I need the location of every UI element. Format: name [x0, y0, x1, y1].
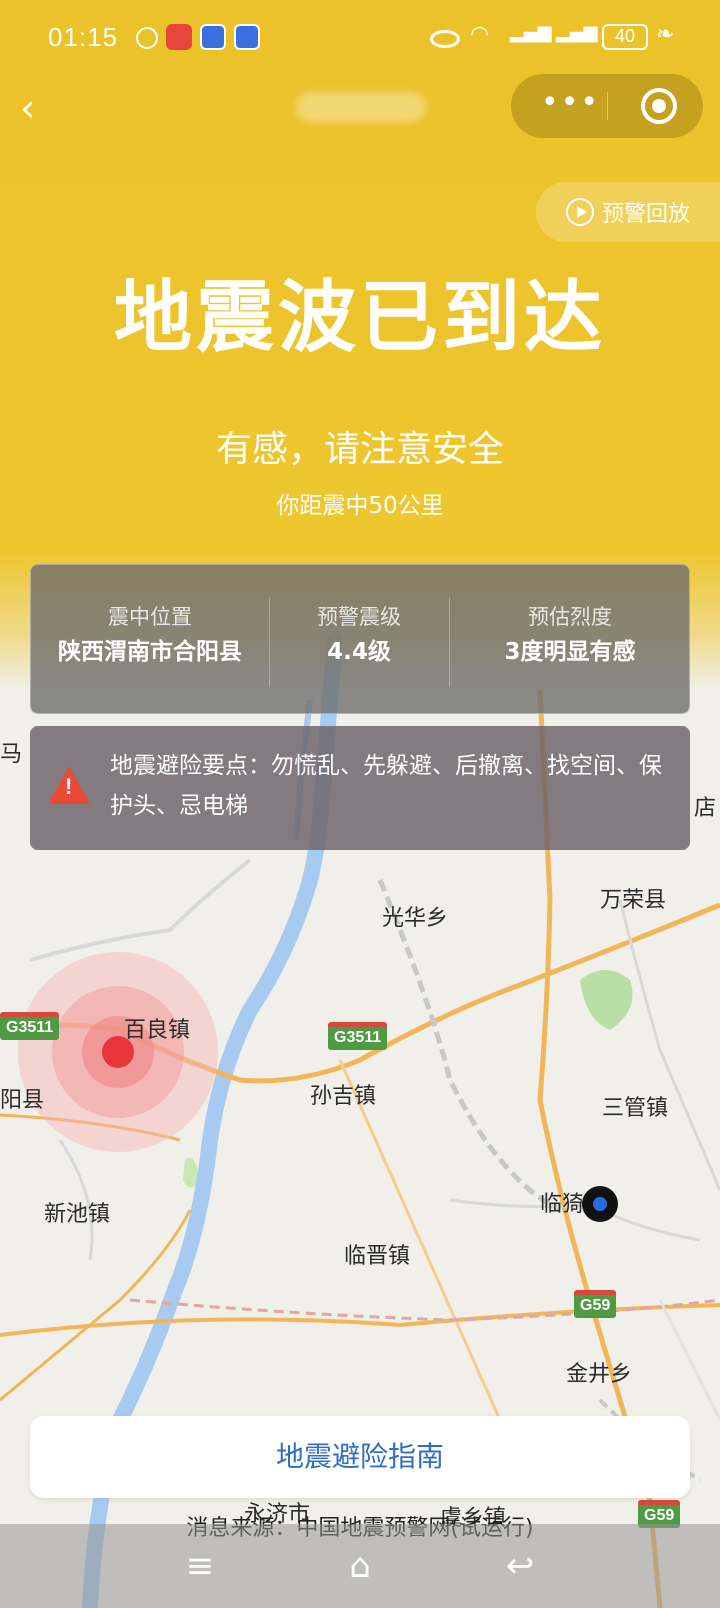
replay-label: 预警回放 [602, 202, 691, 227]
user-location-marker [593, 1197, 607, 1211]
safety-guide-button[interactable]: 地震避险指南 [30, 1416, 690, 1498]
leaf-icon: ❧ [656, 22, 675, 47]
alert-subtitle: 有感，请注意安全 [215, 429, 504, 470]
app-notification-icon [166, 24, 192, 50]
app-notification-icon [234, 24, 260, 50]
map-label: 临猗 [540, 1192, 585, 1217]
eye-icon [430, 30, 460, 48]
safety-tip-card: ! 地震避险要点：勿慌乱、先躲避、后撤离、找空间、保护头、忌电梯 [30, 726, 690, 850]
system-nav-bar: ≡ ⌂ ↩ [0, 1524, 720, 1608]
menu-icon[interactable]: ≡ [178, 1544, 222, 1588]
warning-icon: ! [48, 766, 90, 804]
app-notification-icon [136, 27, 158, 49]
map-label: 临晋镇 [344, 1244, 411, 1269]
map-label: 三管镇 [602, 1096, 669, 1121]
battery-icon: 40 [602, 24, 648, 50]
capsule-divider [607, 92, 608, 120]
magnitude-label: 预警震级 [317, 605, 401, 629]
status-time: 01:15 [48, 22, 119, 52]
intensity-label: 预估烈度 [528, 605, 612, 629]
app-notification-icon [200, 24, 226, 50]
map-label: 店 [694, 796, 717, 821]
status-bar: 01:15 ◠ ▂▄▆ ▂▄▆ 40 ❧ [0, 20, 720, 56]
intensity-value: 3度明显有感 [504, 639, 636, 665]
distance-text: 你距震中50公里 [276, 493, 444, 519]
highway-badge: G59 [574, 1290, 617, 1318]
map-label: 金井乡 [566, 1362, 633, 1387]
epicenter-label: 震中位置 [108, 605, 192, 629]
alert-title: 地震波已到达 [113, 273, 606, 363]
magnitude-info: 预警震级 4.4级 [269, 565, 449, 715]
wifi-icon: ◠ [470, 22, 490, 47]
epicenter-value: 陕西渭南市合阳县 [58, 639, 242, 665]
highway-badge: G3511 [328, 1022, 388, 1050]
map-label: 新池镇 [44, 1202, 111, 1227]
signal-icon: ▂▄▆ [510, 22, 552, 43]
quake-info-card: 震中位置 陕西渭南市合阳县 预警震级 4.4级 预估烈度 3度明显有感 [30, 564, 690, 714]
safety-tip-text: 地震避险要点：勿慌乱、先躲避、后撤离、找空间、保护头、忌电梯 [110, 753, 662, 819]
map-label: 阳县 [0, 1088, 45, 1113]
epicenter-info: 震中位置 陕西渭南市合阳县 [31, 565, 269, 715]
intensity-info: 预估烈度 3度明显有感 [449, 565, 691, 715]
back-button[interactable]: ‹ [20, 89, 56, 127]
play-icon [566, 198, 594, 226]
signal-icon: ▂▄▆ [556, 22, 598, 43]
close-miniapp-button[interactable] [641, 88, 677, 124]
map-label: 孙吉镇 [310, 1084, 377, 1109]
map-label: 百良镇 [124, 1018, 191, 1043]
highway-badge: G3511 [0, 1012, 60, 1040]
miniapp-capsule: ••• [511, 74, 703, 138]
home-icon[interactable]: ⌂ [338, 1544, 382, 1588]
magnitude-value: 4.4级 [327, 639, 391, 665]
map-label: 万荣县 [600, 888, 667, 913]
page-title-blurred [296, 92, 426, 122]
map-label: 光华乡 [382, 906, 449, 931]
back-nav-icon[interactable]: ↩ [498, 1544, 542, 1588]
more-button[interactable]: ••• [541, 78, 598, 134]
map-label: 马 [0, 742, 23, 767]
replay-button[interactable]: 预警回放 [536, 182, 720, 242]
